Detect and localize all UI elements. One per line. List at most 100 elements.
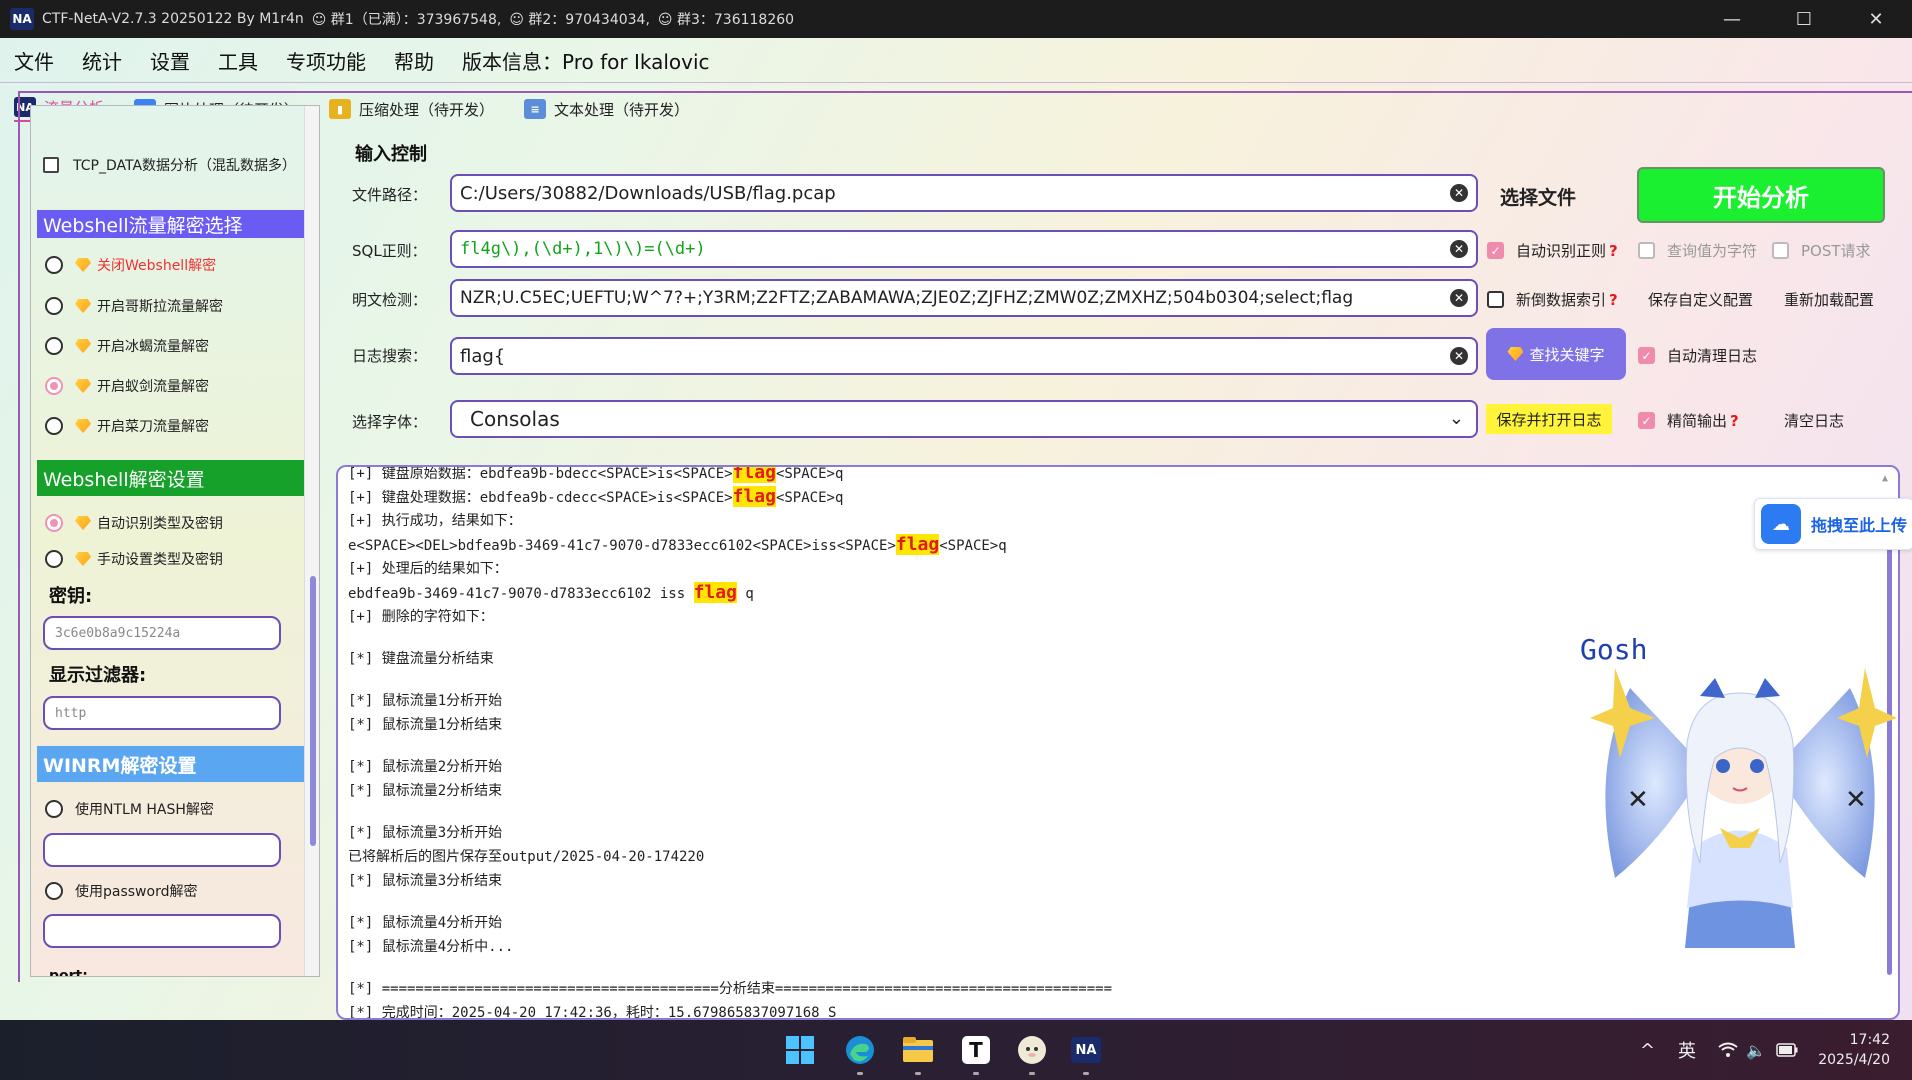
- typora-icon[interactable]: T: [958, 1032, 994, 1068]
- webshell-option-behinder[interactable]: 开启冰蝎流量解密: [45, 336, 209, 356]
- save-open-log-button[interactable]: 保存并打开日志: [1486, 404, 1612, 434]
- sql-regex-label: SQL正则：: [352, 242, 427, 260]
- radio-button[interactable]: [45, 800, 63, 818]
- query-char-checkbox[interactable]: 查询值为字符: [1638, 240, 1757, 261]
- running-indicator: [1083, 1072, 1089, 1075]
- clear-icon[interactable]: ✕: [1450, 184, 1468, 202]
- webshell-option-chopper[interactable]: 开启菜刀流量解密: [45, 416, 209, 436]
- help-icon[interactable]: ?: [1730, 412, 1739, 430]
- auto-regex-checkbox[interactable]: ✓ 自动识别正则 ?: [1487, 240, 1618, 261]
- radio-button[interactable]: [45, 297, 63, 315]
- font-select[interactable]: Consolas ⌄: [450, 400, 1478, 438]
- new-index-checkbox[interactable]: 新倒数据索引 ?: [1487, 289, 1618, 310]
- help-icon[interactable]: ?: [1609, 291, 1618, 309]
- tray-overflow-icon[interactable]: ^: [1640, 1020, 1655, 1080]
- menu-help[interactable]: 帮助: [394, 46, 434, 75]
- log-search-input[interactable]: flag{ ✕: [450, 337, 1478, 375]
- reload-config-button[interactable]: 重新加载配置: [1784, 289, 1874, 310]
- file-path-label: 文件路径：: [352, 186, 428, 204]
- gem-icon: [75, 516, 91, 530]
- checkmark-icon[interactable]: ✓: [1487, 242, 1504, 259]
- checkmark-icon[interactable]: ✓: [1638, 347, 1655, 364]
- start-analysis-button[interactable]: 开始分析: [1637, 167, 1885, 223]
- webshell-option-off[interactable]: 关闭Webshell解密: [45, 255, 216, 275]
- ntlm-hash-input[interactable]: [43, 833, 281, 867]
- menu-version[interactable]: 版本信息：Pro for Ikalovic: [462, 46, 710, 75]
- help-icon[interactable]: ?: [1609, 242, 1618, 260]
- settings-option-manual[interactable]: 手动设置类型及密钥: [45, 549, 223, 569]
- password-input[interactable]: [43, 914, 281, 948]
- gem-icon: [75, 258, 91, 272]
- webshell-option-antsword[interactable]: 开启蚁剑流量解密: [45, 376, 209, 396]
- group-1-info: ☺ 群1（已满）：373967548,: [311, 12, 502, 28]
- checkbox-box[interactable]: [1487, 291, 1504, 308]
- menu-stats[interactable]: 统计: [82, 46, 122, 75]
- svg-text:✕: ✕: [1845, 785, 1867, 815]
- winrm-ntlm-option[interactable]: 使用NTLM HASH解密: [45, 799, 214, 819]
- menu-tools[interactable]: 工具: [218, 46, 258, 75]
- log-line: [+] 删除的字符如下：: [348, 609, 494, 625]
- log-line: [+] 键盘原始数据：ebdfea9b-bdecc<SPACE>is<SPACE…: [348, 467, 1808, 485]
- clear-icon[interactable]: ✕: [1450, 289, 1468, 307]
- radio-button[interactable]: [45, 417, 63, 435]
- volume-icon[interactable]: 🔈: [1746, 1020, 1766, 1080]
- left-panel-scrollbar[interactable]: [304, 106, 319, 976]
- checkbox-box[interactable]: [43, 157, 59, 173]
- sql-regex-input[interactable]: fl4g\),(\d+),1\)\)=(\d+) ✕: [450, 230, 1478, 268]
- checkbox-box[interactable]: [1638, 242, 1655, 259]
- key-input[interactable]: 3c6e0b8a9c15224a: [43, 616, 281, 650]
- file-path-input[interactable]: C:/Users/30882/Downloads/USB/flag.pcap ✕: [450, 174, 1478, 212]
- title-bar: NA CTF-NetA-V2.7.3 20250122 By M1r4n ☺ 群…: [0, 0, 1912, 38]
- log-line: e<SPACE><DEL>bdfea9b-3469-41c7-9070-d783…: [348, 534, 1007, 555]
- gem-icon: [75, 299, 91, 313]
- display-filter-label: 显示过滤器:: [49, 665, 147, 686]
- radio-button[interactable]: [45, 550, 63, 568]
- menu-special[interactable]: 专项功能: [286, 46, 366, 75]
- clear-log-button[interactable]: 清空日志: [1784, 410, 1844, 431]
- radio-button-selected[interactable]: [45, 377, 63, 395]
- battery-icon[interactable]: [1776, 1020, 1798, 1080]
- explorer-icon[interactable]: [900, 1032, 936, 1068]
- post-request-checkbox[interactable]: POST请求: [1772, 240, 1871, 261]
- settings-option-auto[interactable]: 自动识别类型及密钥: [45, 513, 223, 533]
- save-config-button[interactable]: 保存自定义配置: [1648, 289, 1753, 310]
- plaintext-detect-input[interactable]: NZR;U.C5EC;UEFTU;W^7?+;Y3RM;Z2FTZ;ZABAMA…: [450, 279, 1478, 317]
- clear-icon[interactable]: ✕: [1450, 240, 1468, 258]
- scrollbar-thumb[interactable]: [310, 576, 316, 846]
- penguin-icon: ☺: [509, 12, 524, 28]
- windows-start-icon[interactable]: [782, 1032, 818, 1068]
- checkbox-box[interactable]: [1772, 242, 1789, 259]
- concise-output-checkbox[interactable]: ✓ 精简输出 ?: [1638, 410, 1739, 431]
- radio-button[interactable]: [45, 337, 63, 355]
- maximize-button[interactable]: ☐: [1768, 0, 1840, 38]
- radio-button[interactable]: [45, 256, 63, 274]
- clear-icon[interactable]: ✕: [1450, 347, 1468, 365]
- gem-icon: [75, 552, 91, 566]
- neta-icon[interactable]: NA: [1068, 1032, 1104, 1068]
- radio-button-selected[interactable]: [45, 514, 63, 532]
- close-button[interactable]: ✕: [1840, 0, 1912, 38]
- font-select-label: 选择字体：: [352, 413, 428, 431]
- auto-clear-log-checkbox[interactable]: ✓ 自动清理日志: [1638, 345, 1757, 366]
- menu-file[interactable]: 文件: [14, 46, 54, 75]
- choose-file-button[interactable]: 选择文件: [1500, 183, 1576, 210]
- display-filter-input[interactable]: http: [43, 696, 281, 730]
- drag-upload-button[interactable]: ☁ 拖拽至此上传: [1754, 498, 1912, 550]
- winrm-password-option[interactable]: 使用password解密: [45, 881, 197, 901]
- system-clock[interactable]: 17:42 2025/4/20: [1818, 1030, 1890, 1070]
- search-keyword-button[interactable]: 查找关键字: [1486, 328, 1626, 380]
- checkmark-icon[interactable]: ✓: [1638, 412, 1655, 429]
- tcp-data-checkbox[interactable]: TCP_DATA数据分析（混乱数据多）: [43, 155, 296, 175]
- ime-indicator[interactable]: 英: [1678, 1020, 1696, 1080]
- gem-icon: [75, 339, 91, 353]
- webshell-option-godzilla[interactable]: 开启哥斯拉流量解密: [45, 296, 223, 316]
- chevron-down-icon[interactable]: ⌄: [1449, 408, 1464, 429]
- minimize-button[interactable]: —: [1696, 0, 1768, 38]
- group-2-info: ☺ 群2：970434034,: [509, 12, 650, 28]
- sheep-app-icon[interactable]: [1014, 1032, 1050, 1068]
- edge-icon[interactable]: [842, 1032, 878, 1068]
- radio-button[interactable]: [45, 882, 63, 900]
- wifi-icon[interactable]: [1718, 1020, 1738, 1080]
- menu-settings[interactable]: 设置: [150, 46, 190, 75]
